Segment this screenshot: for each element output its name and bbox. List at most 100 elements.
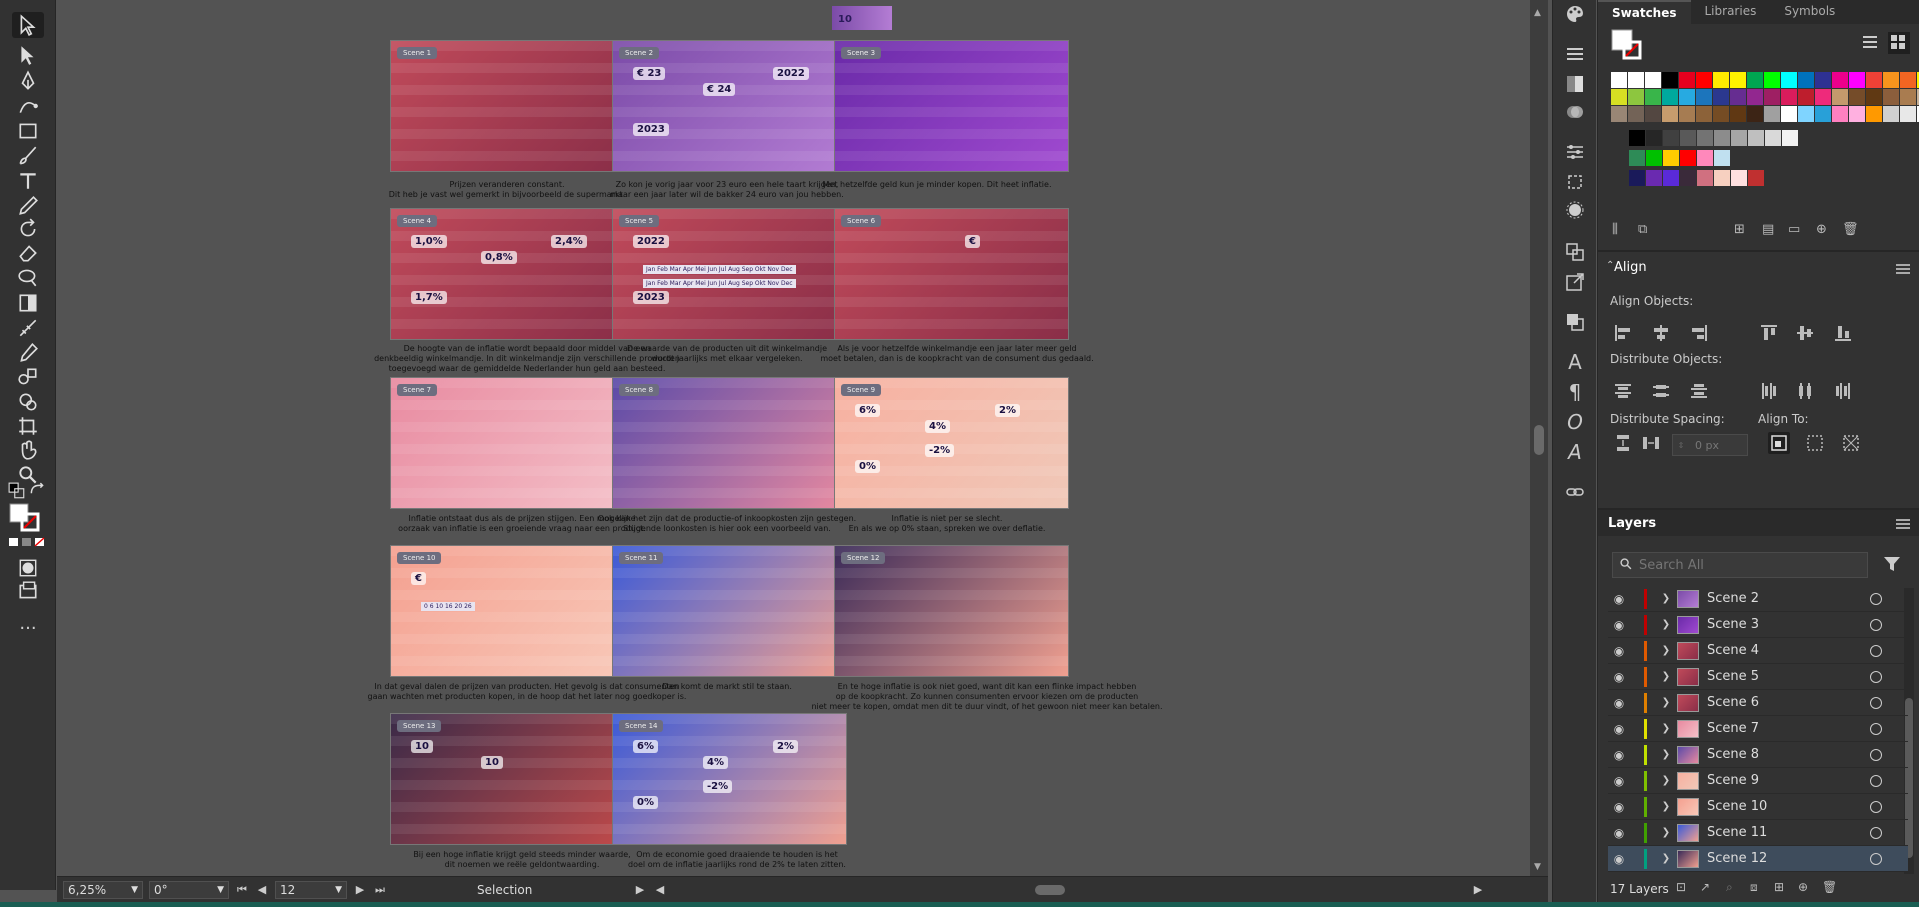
eye-icon[interactable]: ◉ [1608,618,1630,632]
links-icon[interactable] [1563,480,1587,504]
color-swatch[interactable] [1697,170,1713,186]
color-swatch[interactable] [1866,72,1882,88]
distribute-bottom-icon[interactable] [1688,380,1710,402]
color-swatch[interactable] [1713,106,1729,122]
color-swatch[interactable] [1849,72,1865,88]
hand-tool-icon[interactable] [12,437,44,463]
color-swatch[interactable] [1748,130,1764,146]
align-to-key-object-icon[interactable] [1840,432,1862,454]
artboard-scene-10[interactable]: Scene 10 €0 6 10 16 20 26 [390,545,625,677]
color-swatch[interactable] [1646,150,1662,166]
horizontal-scrollbar-thumb[interactable] [1035,884,1065,895]
scroll-up-icon[interactable]: ▲ [1534,8,1541,18]
selection-tool-icon[interactable] [12,12,44,38]
color-swatch[interactable] [1798,89,1814,105]
color-swatch[interactable] [1646,170,1662,186]
color-swatch[interactable] [1764,89,1780,105]
rectangle-tool-icon[interactable] [12,118,44,144]
align-panel-title[interactable]: Align [1614,260,1647,275]
eye-icon[interactable]: ◉ [1608,670,1630,684]
color-swatch[interactable] [1645,106,1661,122]
target-icon[interactable] [1870,592,1882,605]
color-swatch[interactable] [1883,72,1899,88]
align-to-artboard-icon[interactable] [1768,432,1790,454]
distribute-vertical-center-icon[interactable] [1650,380,1672,402]
artboard-scene-12[interactable]: Scene 12 [834,545,1069,677]
color-swatch[interactable] [1662,106,1678,122]
create-sublayer-icon[interactable]: ⊞ [1774,880,1784,894]
scroll-left-icon[interactable]: ◀ [653,883,667,896]
target-icon[interactable] [1870,800,1882,813]
eye-icon[interactable]: ◉ [1608,852,1630,866]
list-view-icon[interactable] [1860,32,1882,54]
swatch-fill-stroke-icon[interactable] [1610,28,1644,62]
chevron-right-icon[interactable]: ❯ [1655,645,1677,656]
next-artboard-icon[interactable]: ▶ [353,883,367,896]
color-swatch[interactable] [1782,130,1798,146]
chevron-right-icon[interactable]: ❯ [1655,619,1677,630]
scroll-down-icon[interactable]: ▼ [1534,862,1541,872]
color-swatch[interactable] [1714,170,1730,186]
color-swatch[interactable] [1815,72,1831,88]
color-swatch[interactable] [1645,72,1661,88]
status-menu-icon[interactable]: ▶ [633,883,647,896]
chevron-down-icon[interactable]: ▼ [217,885,224,895]
character-icon[interactable]: A [1563,350,1587,374]
layers-panel-menu-icon[interactable] [1896,519,1910,529]
artboard-scene-11[interactable]: Scene 11 [612,545,847,677]
grid-view-icon[interactable] [1888,32,1910,54]
color-swatch[interactable] [1696,72,1712,88]
color-swatch[interactable] [1645,89,1661,105]
screen-mode-icon[interactable] [12,578,44,604]
color-swatch[interactable] [1611,72,1627,88]
appearance-icon[interactable] [1563,198,1587,222]
color-swatch[interactable] [1832,106,1848,122]
layers-search-field[interactable] [1612,552,1868,578]
fill-stroke-indicator-icon[interactable] [8,502,42,532]
artboard-scene-5[interactable]: Scene 5 2022 Jan Feb Mar Apr Mei Jun Jul A… [612,208,847,340]
mesh-tool-icon[interactable] [12,315,44,341]
zoom-field[interactable]: 6,25% ▼ [63,880,143,899]
distribute-left-icon[interactable] [1758,380,1780,402]
color-swatch[interactable] [1731,130,1747,146]
layer-row[interactable]: ◉ ❯ Scene 11 [1608,820,1908,846]
curvature-tool-icon[interactable] [12,93,44,119]
color-swatch[interactable] [1696,89,1712,105]
filter-icon[interactable] [1882,554,1904,576]
document-canvas[interactable]: 10 Scene 1 Prijzen veranderen constant. D… [57,0,1530,876]
spacing-input[interactable]: ⇕ 0 px [1672,434,1748,456]
eye-icon[interactable]: ◉ [1608,774,1630,788]
layers-panel-title[interactable]: Layers [1608,516,1656,531]
align-panel-menu-icon[interactable] [1896,264,1910,274]
color-swatch[interactable] [1866,106,1882,122]
color-swatch[interactable] [1866,89,1882,105]
color-swatch[interactable] [1663,170,1679,186]
symbol-sprayer-tool-icon[interactable] [12,389,44,415]
color-swatch[interactable] [1629,130,1645,146]
eye-icon[interactable]: ◉ [1608,748,1630,762]
stepper-icon[interactable]: ⇕ [1673,441,1689,450]
artboard-number-field[interactable]: 12 ▼ [275,880,347,899]
delete-layer-icon[interactable]: 🗑 [1822,880,1837,894]
default-fill-stroke-icon[interactable] [8,482,26,499]
layer-row[interactable]: ◉ ❯ Scene 9 [1608,768,1908,794]
tab-swatches[interactable]: Swatches [1598,0,1691,24]
layer-row[interactable]: ◉ ❯ Scene 12 [1608,846,1908,872]
folder-icon[interactable]: ▭ [1788,222,1800,237]
target-icon[interactable] [1870,670,1882,683]
artboard-scene-2[interactable]: Scene 2 € 23 € 24 2022 2023 [612,40,847,172]
color-swatch[interactable] [1731,170,1747,186]
color-swatch[interactable] [1765,130,1781,146]
transform-icon[interactable] [1563,170,1587,194]
color-swatch[interactable] [1747,106,1763,122]
layer-row[interactable]: ◉ ❯ Scene 7 [1608,716,1908,742]
chevron-right-icon[interactable]: ❯ [1655,749,1677,760]
gradient-tool-icon[interactable] [12,290,44,316]
color-swatch[interactable] [1781,72,1797,88]
color-palette-icon[interactable] [1563,2,1587,26]
color-swatch[interactable] [1662,72,1678,88]
color-swatch[interactable] [1883,106,1899,122]
vertical-distribute-space-icon[interactable] [1612,432,1634,454]
color-swatch[interactable] [1764,106,1780,122]
eye-icon[interactable]: ◉ [1608,826,1630,840]
